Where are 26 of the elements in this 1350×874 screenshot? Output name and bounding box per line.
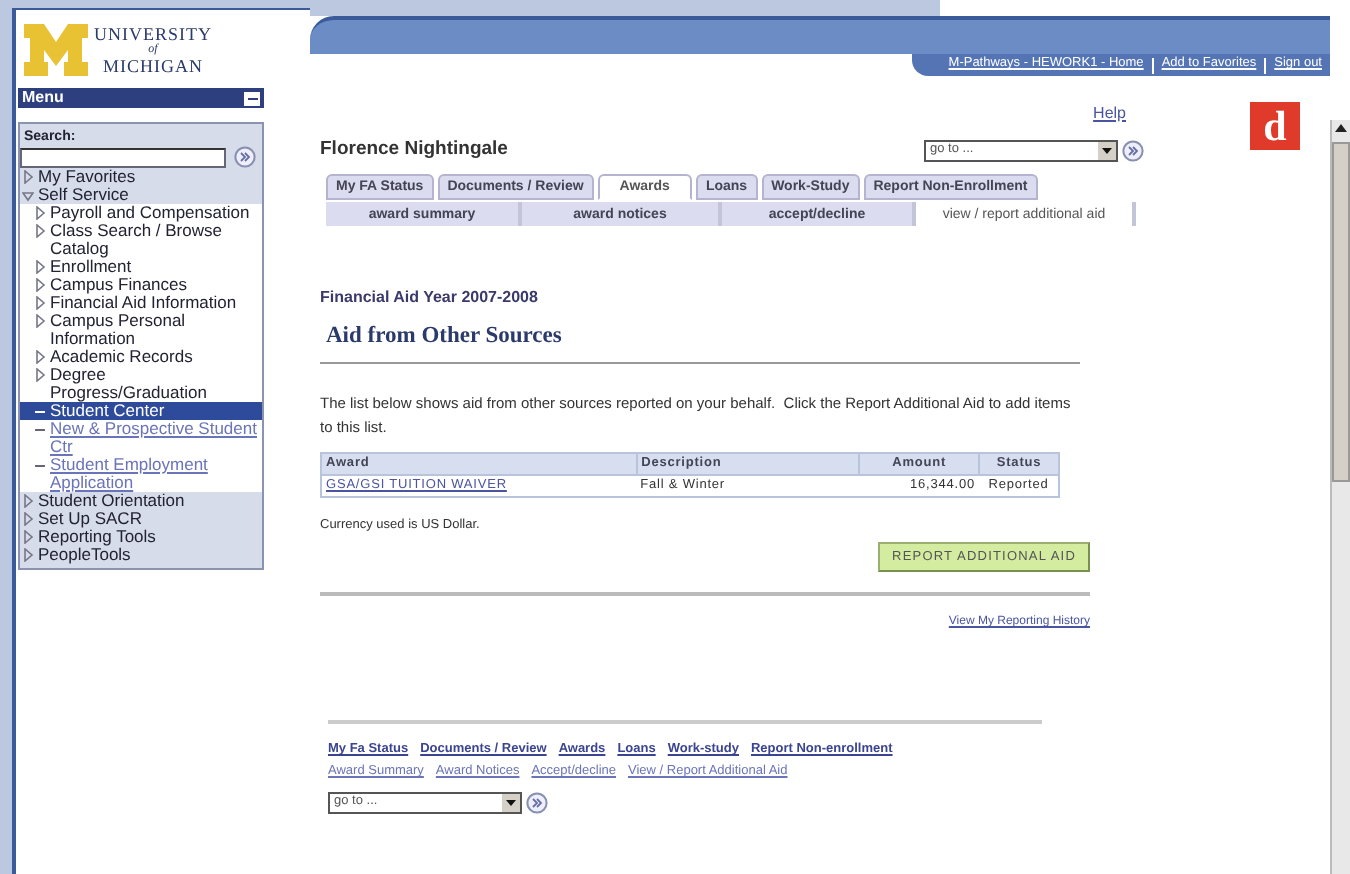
- logo-text: MICHIGAN: [103, 58, 203, 74]
- student-name: Florence Nightingale: [320, 136, 508, 164]
- dash-icon: [34, 459, 46, 471]
- dropdown-arrow-icon: [502, 793, 520, 812]
- collapse-button[interactable]: [244, 91, 260, 105]
- scroll-bar[interactable]: [1330, 120, 1350, 874]
- scroll-thumb[interactable]: [1332, 142, 1350, 482]
- menu-item[interactable]: Set Up SACR: [38, 510, 142, 528]
- menu-title: Menu: [22, 90, 64, 106]
- menu-item[interactable]: Self Service: [38, 186, 129, 204]
- panel-label: d: [1250, 102, 1300, 150]
- go-button-icon: [234, 146, 256, 168]
- menu-item[interactable]: Student Orientation: [38, 492, 185, 510]
- aid-year-heading: Financial Aid Year 2007-2008: [320, 286, 540, 311]
- help-link[interactable]: Help: [1093, 106, 1126, 126]
- go-button-icon: [526, 791, 548, 814]
- search-field[interactable]: [20, 147, 226, 167]
- logo-text: UNIVERSITY: [94, 26, 212, 42]
- menu-item[interactable]: Reporting Tools: [38, 528, 156, 546]
- scroll-up-arrow-icon: [1332, 120, 1350, 138]
- dropdown-arrow-icon: [1098, 141, 1116, 160]
- menu-item[interactable]: PeopleTools: [38, 546, 131, 564]
- section-title: Aid from Other Sources: [326, 322, 564, 353]
- block-m-logo-icon: [24, 24, 88, 76]
- menu-item[interactable]: My Favorites: [38, 168, 136, 186]
- go-button-icon: [1122, 139, 1144, 162]
